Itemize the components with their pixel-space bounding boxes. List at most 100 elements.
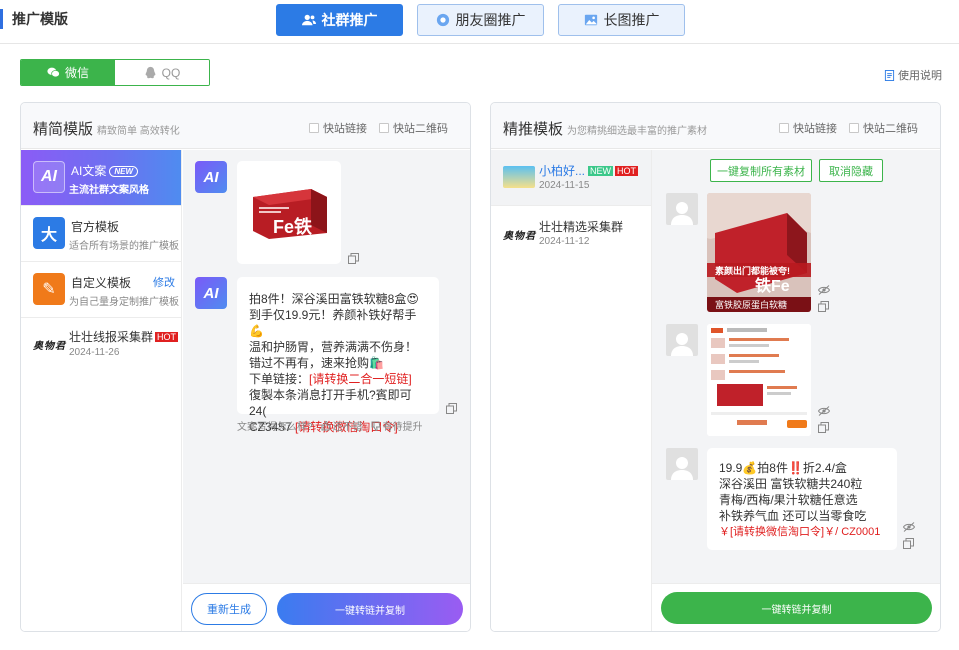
regenerate-button[interactable]: 重新生成 xyxy=(191,593,267,625)
convert-copy-button[interactable]: 一键转链并复制 xyxy=(661,592,932,624)
copy-icon[interactable] xyxy=(446,403,457,414)
link-placeholder: [请转换二合一短链] xyxy=(309,372,412,386)
message-line: 下单链接：[请转换二合一短链] xyxy=(249,371,429,387)
template-desc: 为自己量身定制推广模板 xyxy=(69,297,179,308)
message-line: 到手仅19.9元！养颜补铁好帮手💪 xyxy=(249,308,417,338)
promo-image-2[interactable] xyxy=(707,324,811,436)
group-logo: 奥物君 xyxy=(33,341,66,352)
template-item-group[interactable]: 奥物君 壮壮线报采集群 HOT 2024-11-26 xyxy=(21,318,181,374)
copy-icon[interactable] xyxy=(818,301,829,312)
group-item-zhuangzhuang[interactable]: 奥物君 壮壮精选采集群 2024-11-12 xyxy=(491,206,651,262)
material-preview: 一键复制所有素材 取消隐藏 素颜出门都能被夸! 铁Fe 富铁胶原蛋白软糖 19.… xyxy=(652,150,940,631)
message-line: 补铁养气血 还可以当零食吃 xyxy=(719,509,867,523)
template-item-custom[interactable]: ✎ 自定义模板 修改 为自己量身定制推广模板 xyxy=(21,262,181,318)
platform-toggle: 微信 QQ xyxy=(20,59,210,86)
group-name-text: 小柏好... xyxy=(539,164,586,178)
toggle-qq[interactable]: QQ xyxy=(115,60,209,85)
tab-label: 长图推广 xyxy=(603,12,660,28)
panel-options: 快站链接 快站二维码 xyxy=(309,120,448,136)
product-image-bubble: Fe铁 xyxy=(237,161,341,264)
template-name: AI文案 NEW xyxy=(71,162,139,179)
edit-link[interactable]: 修改 xyxy=(153,274,175,290)
panel-header: 精推模板 为您精挑细选最丰富的推广素材 快站链接 快站二维码 xyxy=(491,103,940,149)
template-item-official[interactable]: 大 官方模板 适合所有场景的推广模板 xyxy=(21,206,181,262)
eye-off-icon[interactable] xyxy=(903,522,915,532)
template-desc: 适合所有场景的推广模板 xyxy=(69,241,179,252)
checkbox-quick-link[interactable]: 快站链接 xyxy=(779,120,837,136)
tab-label: 朋友圈推广 xyxy=(455,12,526,28)
template-date: 2024-11-26 xyxy=(69,347,120,358)
ai-avatar: AI xyxy=(195,277,227,309)
featured-template-panel: 精推模板 为您精挑细选最丰富的推广素材 快站链接 快站二维码 小柏好... NEW H… xyxy=(490,102,941,632)
promo-image-1[interactable]: 素颜出门都能被夸! 铁Fe 富铁胶原蛋白软糖 xyxy=(707,193,811,312)
checkbox-box[interactable] xyxy=(849,123,859,133)
panel-title: 精简模版 精致简单 高效转化 xyxy=(33,118,180,139)
checkbox-quick-link[interactable]: 快站链接 xyxy=(309,120,367,136)
checkbox-quick-qr[interactable]: 快站二维码 xyxy=(379,120,448,136)
official-icon: 大 xyxy=(33,217,65,249)
product-image[interactable]: Fe铁 xyxy=(249,183,329,239)
new-badge: NEW xyxy=(588,166,614,176)
checkbox-label: 快站链接 xyxy=(323,123,367,135)
message-bubble: 拍8件！深谷溪田富铁软糖8盒😍 到手仅19.9元！养颜补铁好帮手💪 温和护肠胃，… xyxy=(237,277,439,434)
help-link-label: 使用说明 xyxy=(898,70,942,82)
document-icon xyxy=(884,69,895,81)
feedback-bad-button[interactable]: 有待提升 xyxy=(371,418,423,433)
message-bubble: 19.9💰拍8件‼️折2.4/盒 深谷溪田 富铁软糖共240粒 青梅/西梅/果汁… xyxy=(707,448,897,550)
message-line: 拍8件！深谷溪田富铁软糖8盒😍 xyxy=(249,292,419,306)
image-text-top: 素颜出门都能被夸! xyxy=(715,265,790,276)
group-logo-image xyxy=(503,166,535,188)
message-placeholder: ￥[请转换微信淘口令]￥/ CZ0001 xyxy=(719,526,881,538)
product-fe-text: Fe铁 xyxy=(273,216,312,237)
simple-template-panel: 精简模版 精致简单 高效转化 快站链接 快站二维码 AI AI文案 NEW 主流社群… xyxy=(20,102,471,632)
panel-title-text: 精推模板 xyxy=(503,121,564,138)
toggle-wechat[interactable]: 微信 xyxy=(21,60,115,85)
eye-off-icon[interactable] xyxy=(818,285,830,295)
message-line: 错过不再有，速来抢购🛍️ xyxy=(249,356,384,370)
message-line-text: 下单链接： xyxy=(249,372,310,386)
checkbox-quick-qr[interactable]: 快站二维码 xyxy=(849,120,918,136)
panel-subtitle: 为您精挑细选最丰富的推广素材 xyxy=(567,126,708,137)
copy-icon[interactable] xyxy=(903,538,914,549)
moments-icon xyxy=(436,13,449,27)
feedback-bad-label: 有待提升 xyxy=(382,422,423,433)
qq-icon xyxy=(145,66,156,79)
template-name: 自定义模板 xyxy=(71,276,132,290)
template-name-text: AI文案 xyxy=(71,164,107,178)
group-list: 小柏好... NEW HOT 2024-11-15 奥物君 壮壮精选采集群 2024… xyxy=(491,150,652,631)
checkbox-label: 快站二维码 xyxy=(393,123,448,135)
tab-community[interactable]: 社群推广 xyxy=(276,4,403,36)
ai-avatar: AI xyxy=(195,161,227,193)
action-bar: 重新生成 一键转链并复制 xyxy=(183,583,470,631)
tab-long-image[interactable]: 长图推广 xyxy=(558,4,685,36)
eye-off-icon[interactable] xyxy=(818,406,830,416)
unhide-button[interactable]: 取消隐藏 xyxy=(819,159,883,182)
panel-title-text: 精简模版 xyxy=(33,121,94,138)
panel-subtitle: 精致简单 高效转化 xyxy=(97,126,180,137)
checkbox-box[interactable] xyxy=(779,123,789,133)
message-line: 復製本条消息打开手机?賓即可24( xyxy=(249,388,412,418)
page-title: 推广模版 xyxy=(0,9,68,29)
message-line: 19.9💰拍8件‼️折2.4/盒 xyxy=(719,461,847,475)
image-text-fe: 铁Fe xyxy=(755,276,790,295)
users-icon xyxy=(301,14,316,26)
copy-icon[interactable] xyxy=(348,253,359,264)
image-icon xyxy=(584,14,597,26)
checkbox-box[interactable] xyxy=(379,123,389,133)
copy-icon[interactable] xyxy=(818,422,829,433)
checkbox-box[interactable] xyxy=(309,123,319,133)
ai-icon: AI xyxy=(33,161,65,193)
copy-all-button[interactable]: 一键复制所有素材 xyxy=(710,159,812,182)
hot-badge: HOT xyxy=(155,332,179,342)
template-item-ai[interactable]: AI AI文案 NEW 主流社群文案风格 xyxy=(21,150,181,206)
promotion-tabs: 社群推广 朋友圈推广 长图推广 xyxy=(276,4,685,36)
help-link[interactable]: 使用说明 xyxy=(884,67,942,83)
group-item-xiaobai[interactable]: 小柏好... NEW HOT 2024-11-15 xyxy=(491,150,651,206)
tab-moments[interactable]: 朋友圈推广 xyxy=(417,4,544,36)
panel-header: 精简模版 精致简单 高效转化 快站链接 快站二维码 xyxy=(21,103,470,149)
convert-copy-button[interactable]: 一键转链并复制 xyxy=(277,593,463,625)
feedback-good-button[interactable]: 还不错 xyxy=(321,418,363,433)
group-date: 2024-11-12 xyxy=(539,236,590,247)
thumbs-up-icon xyxy=(321,420,331,430)
top-bar: 推广模版 社群推广 朋友圈推广 长图推广 xyxy=(0,0,959,44)
